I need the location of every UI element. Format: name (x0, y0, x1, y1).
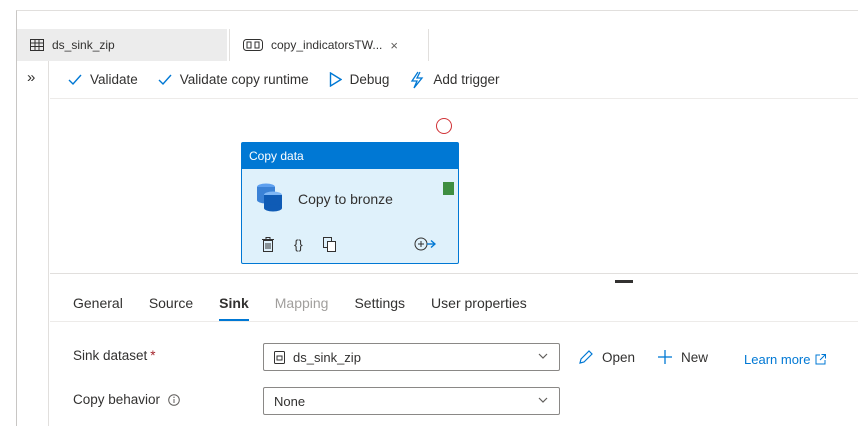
validate-copy-runtime-button[interactable]: Validate copy runtime (158, 72, 309, 87)
debug-label: Debug (349, 72, 390, 87)
error-indicator-icon[interactable] (436, 118, 452, 134)
tab-settings[interactable]: Settings (354, 288, 405, 318)
validate-runtime-label: Validate copy runtime (179, 72, 309, 87)
tab-label: ds_sink_zip (52, 38, 115, 52)
add-trigger-button[interactable]: Add trigger (409, 71, 499, 89)
sink-dataset-label: Sink dataset * (73, 348, 156, 363)
pipeline-editor: ds_sink_zip copy_indicatorsTW... × » Val… (16, 10, 858, 426)
success-output-port[interactable] (443, 182, 454, 195)
tab-sink[interactable]: Sink (219, 288, 249, 321)
activity-name: Copy to bronze (298, 191, 393, 207)
delete-icon[interactable] (262, 237, 274, 252)
new-label: New (681, 349, 709, 365)
properties-tabbar: General Source Sink Mapping Settings Use… (73, 288, 553, 322)
activity-type-header: Copy data (242, 143, 458, 169)
open-dataset-button[interactable]: Open (578, 349, 635, 365)
canvas-divider (50, 273, 858, 274)
checkmark-icon (68, 74, 82, 86)
expand-panel-button[interactable]: » (27, 69, 35, 86)
plus-icon (657, 349, 673, 365)
validate-label: Validate (90, 72, 138, 87)
pencil-icon (578, 349, 594, 365)
editor-tabbar: ds_sink_zip copy_indicatorsTW... × (17, 29, 858, 61)
pipeline-toolbar: Validate Validate copy runtime Debug Add… (50, 61, 858, 99)
pipeline-icon (243, 39, 263, 51)
add-trigger-label: Add trigger (433, 72, 500, 87)
copy-behavior-label: Copy behavior (73, 392, 180, 407)
tab-ds-sink-zip[interactable]: ds_sink_zip (17, 29, 227, 61)
new-dataset-button[interactable]: New (657, 349, 708, 365)
learn-more-link[interactable]: Learn more (744, 352, 827, 367)
activity-tools: {} (262, 237, 356, 252)
chevron-down-icon (537, 394, 549, 406)
sink-dataset-value: ds_sink_zip (293, 349, 361, 365)
parameters-icon[interactable]: {} (294, 237, 303, 252)
database-copy-icon (254, 181, 286, 216)
chevron-down-icon (537, 350, 549, 362)
pipeline-canvas[interactable]: Copy data Copy to bronze {} (50, 100, 858, 283)
info-icon[interactable] (168, 394, 180, 407)
tab-general[interactable]: General (73, 288, 123, 318)
copy-icon[interactable] (322, 237, 336, 252)
debug-button[interactable]: Debug (329, 72, 390, 87)
dataset-file-icon (274, 350, 285, 364)
sink-dataset-text: Sink dataset (73, 348, 148, 363)
open-label: Open (602, 349, 636, 365)
learn-more-label: Learn more (744, 352, 811, 367)
required-mark: * (150, 348, 156, 363)
tab-user-properties[interactable]: User properties (431, 288, 527, 318)
validate-button[interactable]: Validate (68, 72, 138, 87)
sink-dataset-select[interactable]: ds_sink_zip (263, 343, 560, 371)
tab-copy-indicators[interactable]: copy_indicatorsTW... × (229, 29, 429, 61)
checkmark-icon (158, 74, 172, 86)
tab-label: copy_indicatorsTW... (271, 38, 383, 52)
play-icon (329, 72, 342, 87)
copy-behavior-text: Copy behavior (73, 392, 161, 407)
copy-behavior-value: None (274, 393, 306, 409)
copy-behavior-select[interactable]: None (263, 387, 560, 415)
tab-source[interactable]: Source (149, 288, 193, 318)
lightning-icon (409, 71, 425, 89)
add-output-icon[interactable] (414, 237, 436, 251)
external-link-icon (815, 354, 827, 365)
table-icon (30, 39, 44, 51)
panel-splitter-handle[interactable] (615, 280, 633, 283)
copy-data-activity[interactable]: Copy data Copy to bronze {} (241, 142, 459, 264)
tab-mapping[interactable]: Mapping (275, 288, 329, 318)
left-gutter: » (17, 61, 49, 426)
properties-tabs-divider (50, 321, 858, 322)
close-icon[interactable]: × (390, 38, 398, 53)
